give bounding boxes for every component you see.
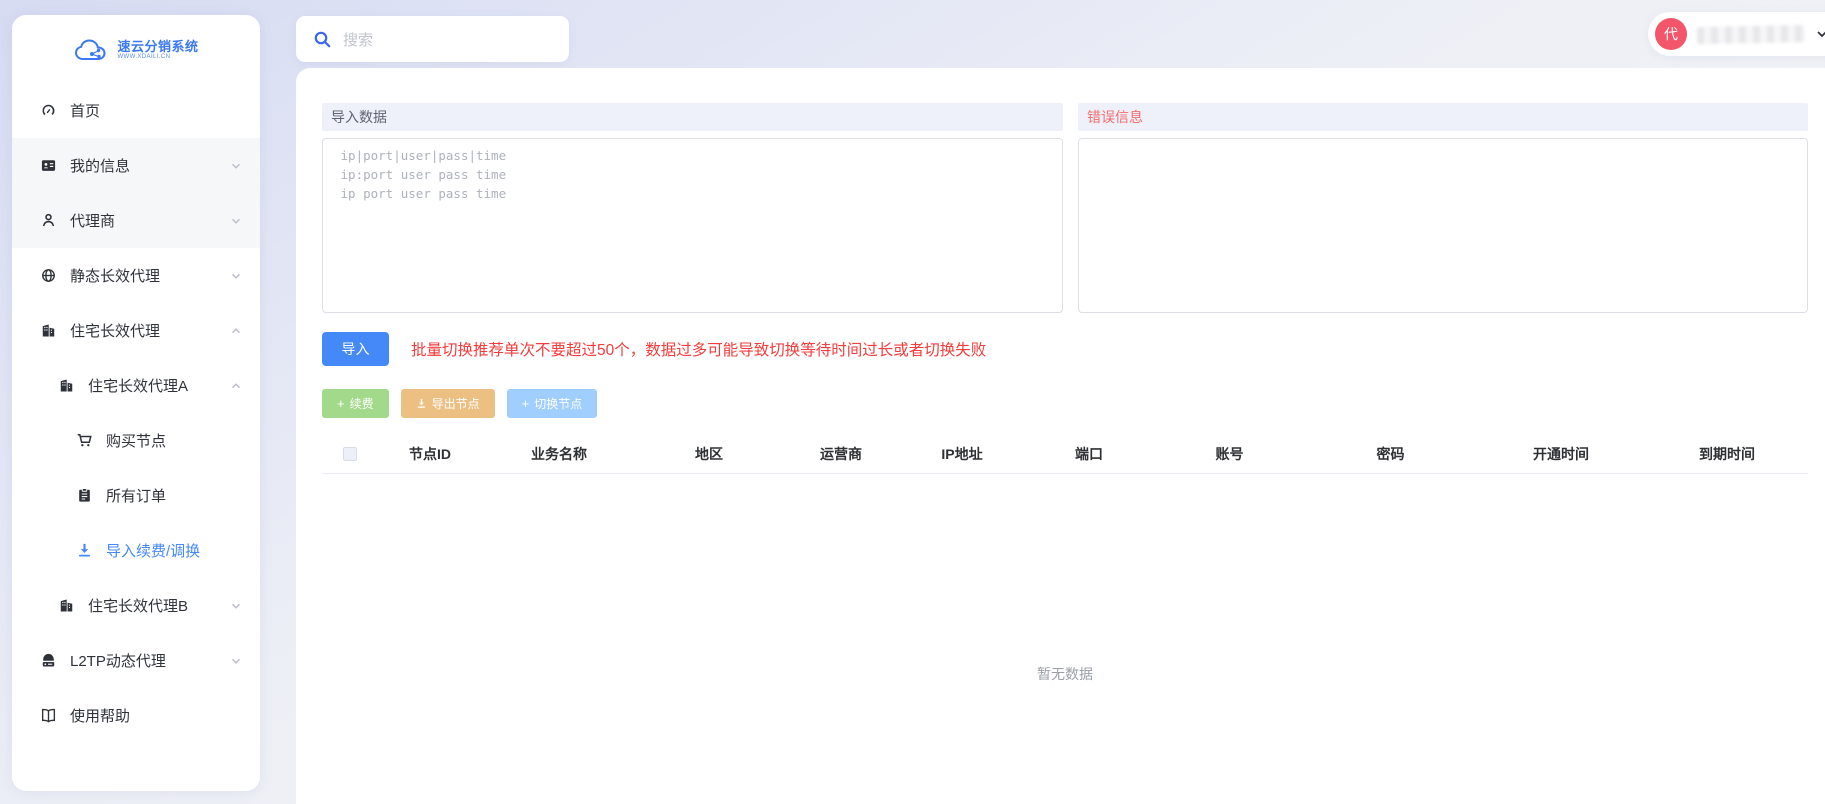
- sidebar-item-label: 购买节点: [106, 430, 166, 451]
- sidebar-item-label: L2TP动态代理: [70, 650, 166, 671]
- app-subtitle: WWW.XDAILI.CN: [117, 54, 198, 60]
- import-data-textarea[interactable]: [322, 138, 1063, 313]
- sidebar: 速云分销系统 WWW.XDAILI.CN 首页 我的信息 代理商: [12, 15, 260, 791]
- import-button[interactable]: 导入: [322, 332, 389, 366]
- agent-icon: [40, 212, 57, 229]
- sidebar-item-agents[interactable]: 代理商: [12, 193, 260, 248]
- cart-icon: [76, 432, 93, 449]
- table-header-row: 节点ID 业务名称 地区 运营商 IP地址 端口 账号 密码 开通时间 到期时间: [322, 434, 1808, 474]
- id-card-icon: [40, 157, 57, 174]
- globe-icon: [40, 267, 57, 284]
- building-icon: [58, 597, 75, 614]
- sidebar-item-buy-nodes[interactable]: 购买节点: [12, 413, 260, 468]
- main-content: 导入数据 错误信息 导入 批量切换推荐单次不要超过50个，数据过多可能导致切换等…: [296, 68, 1825, 804]
- switch-nodes-button[interactable]: + 切换节点: [507, 389, 598, 418]
- chevron-down-icon: [230, 215, 242, 227]
- username-redacted: [1697, 24, 1805, 43]
- select-all-cell: [322, 447, 378, 461]
- sidebar-item-label: 住宅长效代理A: [88, 375, 188, 396]
- nodes-table: 节点ID 业务名称 地区 运营商 IP地址 端口 账号 密码 开通时间 到期时间…: [322, 434, 1808, 804]
- chevron-down-icon: [230, 270, 242, 282]
- col-ip: IP地址: [900, 444, 1024, 464]
- import-data-title: 导入数据: [322, 103, 1063, 131]
- avatar: 代: [1655, 18, 1687, 50]
- sidebar-item-label: 我的信息: [70, 155, 130, 176]
- sidebar-item-residential-proxy[interactable]: 住宅长效代理: [12, 303, 260, 358]
- sidebar-item-label: 住宅长效代理B: [88, 595, 188, 616]
- orders-icon: [76, 487, 93, 504]
- building-icon: [58, 377, 75, 394]
- l2tp-icon: [40, 652, 57, 669]
- download-icon: [416, 398, 427, 409]
- sidebar-item-l2tp-proxy[interactable]: L2TP动态代理: [12, 633, 260, 688]
- col-port: 端口: [1024, 444, 1154, 464]
- sidebar-item-my-info[interactable]: 我的信息: [12, 138, 260, 193]
- sidebar-item-label: 导入续费/调换: [106, 540, 200, 561]
- search-input[interactable]: 搜索: [343, 29, 373, 50]
- search-icon: [313, 30, 332, 49]
- sidebar-item-import-renew-switch[interactable]: 导入续费/调换: [12, 523, 260, 578]
- renew-button[interactable]: + 续费: [322, 389, 389, 418]
- user-menu[interactable]: 代: [1648, 12, 1825, 56]
- switch-nodes-button-label: 切换节点: [534, 395, 582, 412]
- sidebar-item-label: 代理商: [70, 210, 115, 231]
- book-icon: [40, 707, 57, 724]
- app-title: 速云分销系统: [117, 40, 198, 54]
- chevron-down-icon: [230, 160, 242, 172]
- plus-icon: +: [337, 397, 345, 410]
- import-icon: [76, 542, 93, 559]
- sidebar-item-all-orders[interactable]: 所有订单: [12, 468, 260, 523]
- sidebar-menu: 首页 我的信息 代理商 静态长效代理: [12, 73, 260, 743]
- col-biz-name: 业务名称: [482, 444, 636, 464]
- chevron-down-icon: [230, 600, 242, 612]
- sidebar-item-label: 所有订单: [106, 485, 166, 506]
- sidebar-item-static-proxy[interactable]: 静态长效代理: [12, 248, 260, 303]
- batch-switch-warning: 批量切换推荐单次不要超过50个，数据过多可能导致切换等待时间过长或者切换失败: [411, 338, 986, 360]
- col-node-id: 节点ID: [378, 444, 482, 464]
- chevron-down-icon: [1815, 27, 1825, 41]
- sidebar-item-label: 住宅长效代理: [70, 320, 160, 341]
- sidebar-item-residential-proxy-b[interactable]: 住宅长效代理B: [12, 578, 260, 633]
- col-password: 密码: [1305, 444, 1476, 464]
- search-bar[interactable]: 搜索: [296, 16, 569, 62]
- error-info-panel: 错误信息: [1078, 103, 1808, 318]
- app-logo: 速云分销系统 WWW.XDAILI.CN: [12, 15, 260, 73]
- col-carrier: 运营商: [782, 444, 900, 464]
- select-all-checkbox[interactable]: [343, 447, 357, 461]
- export-nodes-button[interactable]: 导出节点: [401, 389, 495, 418]
- building-icon: [40, 322, 57, 339]
- col-expire-time: 到期时间: [1646, 444, 1808, 464]
- error-info-title: 错误信息: [1078, 103, 1808, 131]
- sidebar-item-residential-proxy-a[interactable]: 住宅长效代理A: [12, 358, 260, 413]
- import-data-panel: 导入数据: [322, 103, 1063, 318]
- plus-icon: +: [522, 397, 530, 410]
- sidebar-item-home[interactable]: 首页: [12, 83, 260, 138]
- col-open-time: 开通时间: [1476, 444, 1646, 464]
- sidebar-item-label: 静态长效代理: [70, 265, 160, 286]
- cloud-logo-icon: [73, 36, 113, 64]
- sidebar-item-label: 首页: [70, 100, 100, 121]
- error-info-box: [1078, 138, 1808, 313]
- dashboard-icon: [40, 102, 57, 119]
- chevron-up-icon: [230, 325, 242, 337]
- renew-button-label: 续费: [350, 395, 374, 412]
- col-region: 地区: [636, 444, 782, 464]
- table-empty-state: 暂无数据: [322, 474, 1808, 804]
- chevron-up-icon: [230, 380, 242, 392]
- export-nodes-button-label: 导出节点: [432, 395, 480, 412]
- chevron-down-icon: [230, 655, 242, 667]
- empty-text: 暂无数据: [1037, 664, 1093, 684]
- sidebar-item-label: 使用帮助: [70, 705, 130, 726]
- col-account: 账号: [1154, 444, 1305, 464]
- sidebar-item-help[interactable]: 使用帮助: [12, 688, 260, 743]
